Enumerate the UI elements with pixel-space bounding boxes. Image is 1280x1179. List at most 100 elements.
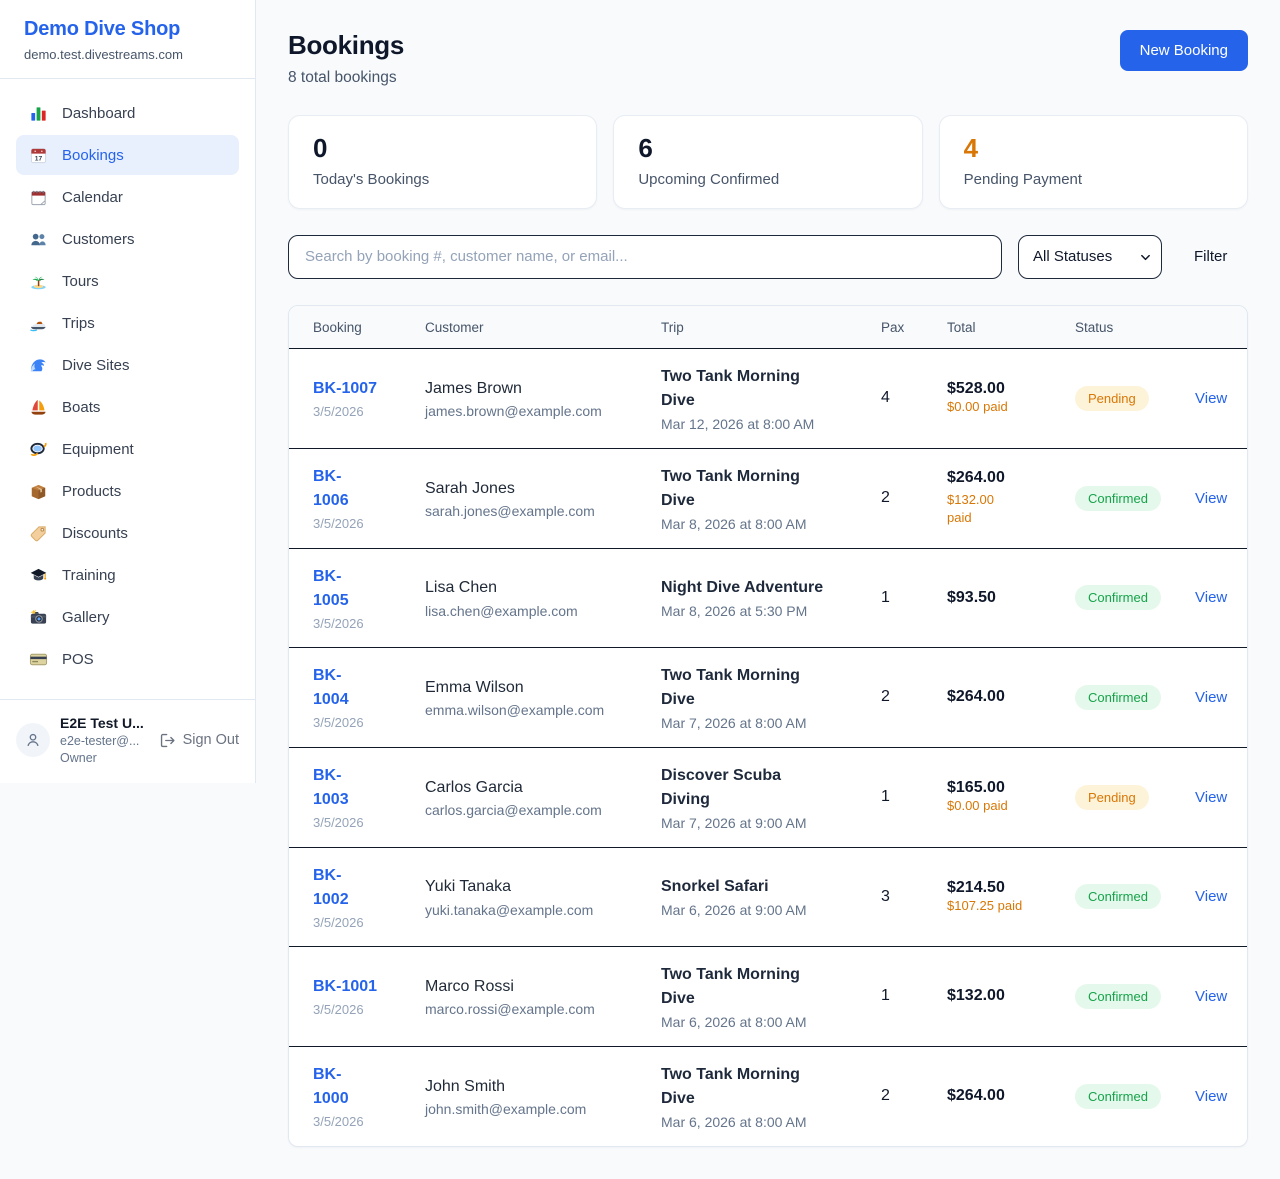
booking-cell: BK-1006 3/5/2026 bbox=[313, 465, 425, 531]
new-booking-button[interactable]: New Booking bbox=[1120, 30, 1248, 71]
paid-amount: $0.00 paid bbox=[947, 399, 1008, 414]
pax-value: 4 bbox=[881, 389, 947, 407]
trip-datetime: Mar 7, 2026 at 8:00 AM bbox=[661, 715, 881, 731]
filter-row: All Statuses Filter bbox=[288, 235, 1248, 279]
sidebar-item-gallery[interactable]: Gallery bbox=[16, 597, 239, 637]
person-icon bbox=[24, 731, 42, 749]
sidebar-item-dashboard[interactable]: Dashboard bbox=[16, 93, 239, 133]
total-amount: $264.00 bbox=[947, 469, 1075, 487]
sidebar-item-discounts[interactable]: Discounts bbox=[16, 513, 239, 553]
user-name: E2E Test U... bbox=[60, 714, 149, 733]
booking-id-link[interactable]: BK-1005 bbox=[313, 565, 359, 613]
sign-out-button[interactable]: Sign Out bbox=[159, 732, 239, 749]
sidebar-item-calendar[interactable]: Calendar bbox=[16, 177, 239, 217]
sidebar-item-tours[interactable]: Tours bbox=[16, 261, 239, 301]
booking-id-link[interactable]: BK-1001 bbox=[313, 978, 377, 995]
booking-date: 3/5/2026 bbox=[313, 516, 425, 531]
page-header: Bookings 8 total bookings New Booking bbox=[288, 30, 1248, 87]
pax-value: 1 bbox=[881, 589, 947, 607]
pax-value: 1 bbox=[881, 987, 947, 1005]
status-cell: Confirmed bbox=[1075, 585, 1195, 610]
table-row: BK-1004 3/5/2026 Emma Wilson emma.wilson… bbox=[289, 647, 1247, 747]
wave-icon bbox=[28, 355, 48, 375]
view-link[interactable]: View bbox=[1195, 888, 1235, 905]
sidebar-item-label: Dive Sites bbox=[62, 357, 130, 374]
stat-value: 4 bbox=[964, 134, 1223, 164]
booking-id-link[interactable]: BK-1002 bbox=[313, 864, 359, 912]
status-cell: Pending bbox=[1075, 386, 1195, 411]
customer-name: James Brown bbox=[425, 378, 661, 400]
spiral-calendar-icon bbox=[28, 187, 48, 207]
view-link[interactable]: View bbox=[1195, 1088, 1235, 1105]
view-link[interactable]: View bbox=[1195, 789, 1235, 806]
trip-cell: Two Tank Morning Dive Mar 7, 2026 at 8:0… bbox=[661, 664, 881, 731]
total-cell: $165.00 $0.00 paid bbox=[947, 779, 1075, 815]
desert-island-icon bbox=[28, 271, 48, 291]
bar-chart-icon bbox=[28, 103, 48, 123]
total-amount: $93.50 bbox=[947, 589, 1075, 607]
sidebar-item-training[interactable]: Training bbox=[16, 555, 239, 595]
booking-id-link[interactable]: BK-1006 bbox=[313, 465, 359, 513]
main-content: Bookings 8 total bookings New Booking 0 … bbox=[256, 0, 1280, 1179]
customer-cell: Carlos Garcia carlos.garcia@example.com bbox=[425, 777, 661, 818]
sidebar-item-products[interactable]: Products bbox=[16, 471, 239, 511]
sidebar-item-label: Customers bbox=[62, 231, 135, 248]
trip-name: Two Tank Morning Dive bbox=[661, 465, 813, 513]
page-title-block: Bookings 8 total bookings bbox=[288, 30, 404, 87]
view-link[interactable]: View bbox=[1195, 390, 1235, 407]
sidebar-item-dive-sites[interactable]: Dive Sites bbox=[16, 345, 239, 385]
total-cell: $214.50 $107.25 paid bbox=[947, 879, 1075, 915]
stats-cards: 0 Today's Bookings 6 Upcoming Confirmed … bbox=[288, 115, 1248, 209]
booking-id-link[interactable]: BK-1007 bbox=[313, 380, 377, 397]
sidebar-item-pos[interactable]: POS bbox=[16, 639, 239, 679]
customer-email: lisa.chen@example.com bbox=[425, 603, 661, 619]
status-badge: Pending bbox=[1075, 785, 1149, 810]
booking-date: 3/5/2026 bbox=[313, 815, 425, 830]
booking-id-link[interactable]: BK-1000 bbox=[313, 1063, 359, 1111]
table-row: BK-1005 3/5/2026 Lisa Chen lisa.chen@exa… bbox=[289, 548, 1247, 647]
paid-amount: $132.00 paid bbox=[947, 491, 1007, 527]
tag-icon bbox=[28, 523, 48, 543]
shop-header: Demo Dive Shop demo.test.divestreams.com bbox=[0, 0, 255, 79]
sidebar-item-label: Trips bbox=[62, 315, 95, 332]
booking-id-link[interactable]: BK-1003 bbox=[313, 764, 359, 812]
total-cell: $93.50 bbox=[947, 589, 1075, 607]
diving-mask-icon bbox=[28, 439, 48, 459]
sidebar-item-label: Equipment bbox=[62, 441, 134, 458]
sidebar-item-equipment[interactable]: Equipment bbox=[16, 429, 239, 469]
booking-id-link[interactable]: BK-1004 bbox=[313, 664, 359, 712]
total-cell: $132.00 bbox=[947, 987, 1075, 1005]
sidebar-item-trips[interactable]: Trips bbox=[16, 303, 239, 343]
sidebar-item-bookings[interactable]: 17 Bookings bbox=[16, 135, 239, 175]
trip-cell: Snorkel Safari Mar 6, 2026 at 9:00 AM bbox=[661, 875, 881, 918]
filter-button[interactable]: Filter bbox=[1194, 248, 1227, 265]
user-section: E2E Test U... e2e-tester@... Owner Sign … bbox=[0, 699, 255, 783]
bookings-table: Booking Customer Trip Pax Total Status B… bbox=[288, 305, 1248, 1147]
total-cell: $264.00 bbox=[947, 1087, 1075, 1105]
status-filter-select[interactable]: All Statuses bbox=[1018, 235, 1162, 279]
sidebar-item-boats[interactable]: Boats bbox=[16, 387, 239, 427]
trip-name: Discover Scuba Diving bbox=[661, 764, 813, 812]
page-title: Bookings bbox=[288, 30, 404, 61]
booking-cell: BK-1001 3/5/2026 bbox=[313, 975, 425, 1017]
trip-datetime: Mar 6, 2026 at 8:00 AM bbox=[661, 1114, 881, 1130]
customer-name: Carlos Garcia bbox=[425, 777, 661, 799]
status-badge: Confirmed bbox=[1075, 585, 1161, 610]
view-link[interactable]: View bbox=[1195, 490, 1235, 507]
customer-cell: Lisa Chen lisa.chen@example.com bbox=[425, 577, 661, 618]
user-email: e2e-tester@... bbox=[60, 733, 149, 750]
view-link[interactable]: View bbox=[1195, 689, 1235, 706]
sidebar-item-customers[interactable]: Customers bbox=[16, 219, 239, 259]
speedboat-icon bbox=[28, 313, 48, 333]
search-input[interactable] bbox=[288, 235, 1002, 279]
view-link[interactable]: View bbox=[1195, 589, 1235, 606]
sign-out-label: Sign Out bbox=[183, 732, 239, 748]
trip-name: Two Tank Morning Dive bbox=[661, 664, 813, 712]
stat-card-todays-bookings: 0 Today's Bookings bbox=[288, 115, 597, 209]
sidebar-item-label: Training bbox=[62, 567, 116, 584]
booking-date: 3/5/2026 bbox=[313, 915, 425, 930]
stat-label: Upcoming Confirmed bbox=[638, 171, 897, 188]
view-link[interactable]: View bbox=[1195, 988, 1235, 1005]
customer-cell: John Smith john.smith@example.com bbox=[425, 1076, 661, 1117]
trip-cell: Two Tank Morning Dive Mar 6, 2026 at 8:0… bbox=[661, 963, 881, 1030]
